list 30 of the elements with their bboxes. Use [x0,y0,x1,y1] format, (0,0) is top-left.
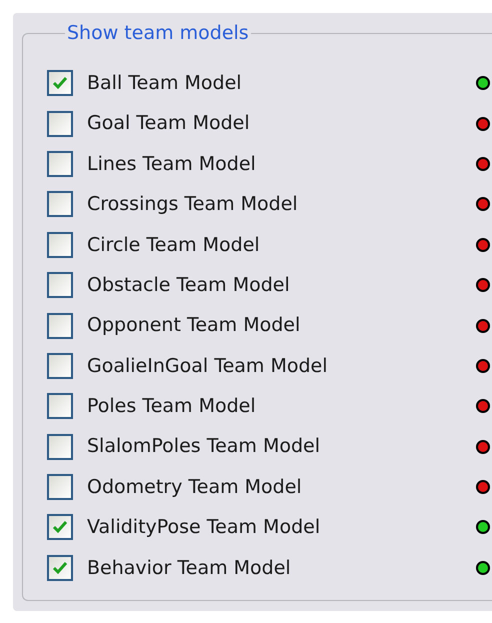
checkbox[interactable] [47,191,73,218]
checkbox[interactable] [47,150,73,177]
checkbox[interactable] [47,232,73,258]
checkbox-label: SlalomPoles Team Model [87,434,320,460]
checkbox[interactable] [47,393,73,420]
checkbox[interactable] [47,554,73,581]
checkbox[interactable] [47,70,73,96]
checkbox-label: Poles Team Model [87,394,256,420]
checkbox-label: Ball Team Model [87,70,242,96]
checkbox[interactable] [47,474,73,500]
checkbox-label: Odometry Team Model [87,474,302,500]
checkbox-label: Goal Team Model [87,111,250,136]
checkbox[interactable] [47,272,73,298]
checkbox-label: Lines Team Model [87,152,256,177]
checkbox-label: Obstacle Team Model [87,272,290,298]
checkbox[interactable] [47,434,73,460]
checkmark-icon [52,76,68,90]
checkbox-label: Circle Team Model [87,232,260,258]
checkbox[interactable] [47,514,73,540]
checkbox-label: ValidityPose Team Model [87,515,320,540]
checkbox-label: Crossings Team Model [87,192,298,218]
checkmark-icon [52,520,68,534]
checkbox-label: Opponent Team Model [87,313,300,338]
checkbox-label: GoalieInGoal Team Model [87,354,328,379]
checkmark-icon [52,560,68,575]
checkbox[interactable] [47,352,73,379]
group-title: Show team models [66,21,250,45]
checkbox-label: Behavior Team Model [87,556,291,581]
checkbox[interactable] [47,110,73,137]
checkbox[interactable] [47,312,73,339]
